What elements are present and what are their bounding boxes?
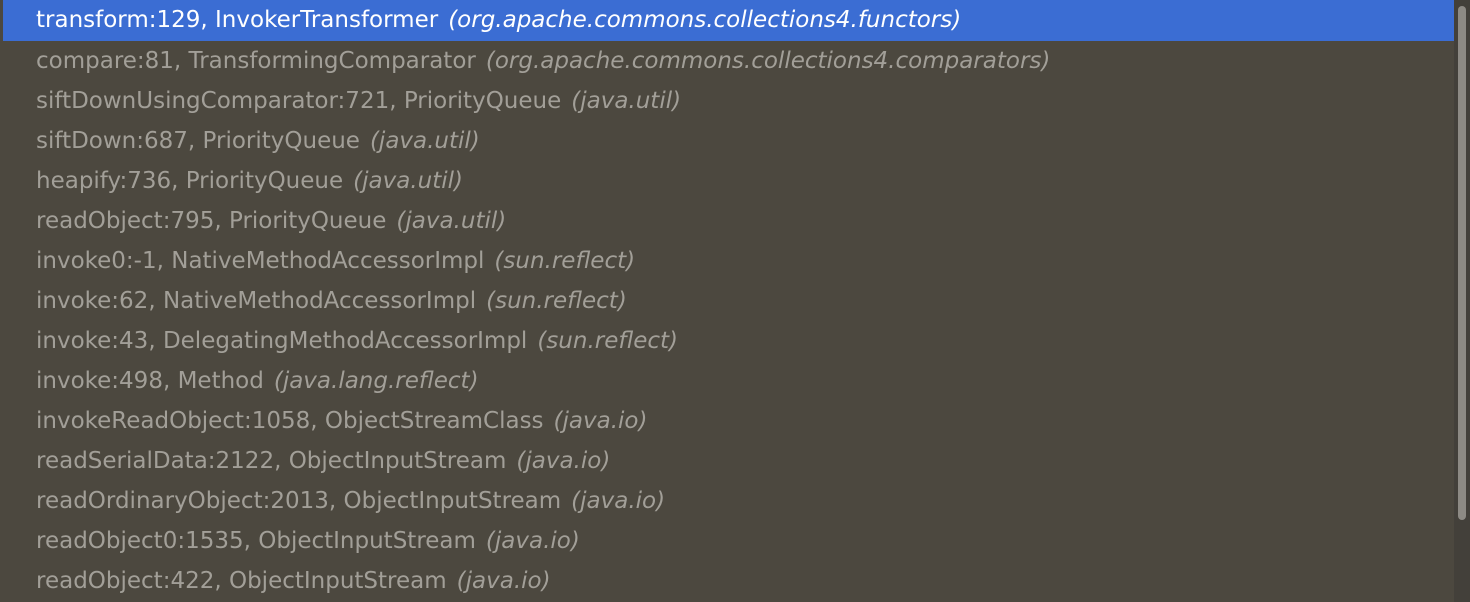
frame-package: (java.util): [396, 208, 507, 234]
stack-frame-row[interactable]: invokeReadObject:1058, ObjectStreamClass…: [0, 401, 1454, 441]
stack-frame-list: transform:129, InvokerTransformer (org.ap…: [0, 0, 1454, 602]
frame-method: compare:81, TransformingComparator: [36, 48, 476, 74]
stack-frame-row[interactable]: readObject:422, ObjectInputStream (java.i…: [0, 561, 1454, 601]
stack-frame-row[interactable]: invoke0:-1, NativeMethodAccessorImpl (sun…: [0, 241, 1454, 281]
frame-package: (org.apache.commons.collections4.functor…: [448, 7, 962, 33]
stack-frame-row[interactable]: readObject0:1535, ObjectInputStream (java…: [0, 521, 1454, 561]
frame-method: readSerialData:2122, ObjectInputStream: [36, 448, 507, 474]
frame-package: (java.util): [369, 128, 480, 154]
stack-frame-row[interactable]: invoke:43, DelegatingMethodAccessorImpl (…: [0, 321, 1454, 361]
frame-package: (java.io): [553, 408, 648, 434]
frame-method: readOrdinaryObject:2013, ObjectInputStre…: [36, 488, 562, 514]
frame-package: (java.io): [571, 488, 666, 514]
frame-method: readObject:422, ObjectInputStream: [36, 568, 447, 594]
frame-package: (java.lang.reflect): [273, 368, 479, 394]
stack-frame-row[interactable]: readObject:795, PriorityQueue (java.util): [0, 201, 1454, 241]
frame-method: invoke:62, NativeMethodAccessorImpl: [36, 288, 477, 314]
frame-package: (sun.reflect): [537, 328, 679, 354]
frame-package: (java.util): [571, 88, 682, 114]
frame-method: readObject:795, PriorityQueue: [36, 208, 387, 234]
stack-frames-panel: transform:129, InvokerTransformer (org.ap…: [0, 0, 1470, 602]
frame-package: (java.io): [485, 528, 580, 554]
scrollbar-thumb[interactable]: [1458, 6, 1466, 520]
stack-frame-row[interactable]: readSerialData:2122, ObjectInputStream (j…: [0, 441, 1454, 481]
frame-method: siftDownUsingComparator:721, PriorityQue…: [36, 88, 562, 114]
frame-method: heapify:736, PriorityQueue: [36, 168, 344, 194]
frame-method: invokeReadObject:1058, ObjectStreamClass: [36, 408, 544, 434]
frame-method: transform:129, InvokerTransformer: [36, 7, 439, 33]
stack-frame-row[interactable]: invoke:62, NativeMethodAccessorImpl (sun.…: [0, 281, 1454, 321]
frame-package: (java.util): [353, 168, 463, 194]
stack-frame-row[interactable]: siftDownUsingComparator:721, PriorityQue…: [0, 81, 1454, 121]
frame-package: (java.io): [516, 448, 611, 474]
stack-frame-row[interactable]: heapify:736, PriorityQueue (java.util): [0, 161, 1454, 201]
frame-method: siftDown:687, PriorityQueue: [36, 128, 360, 154]
stack-frame-row[interactable]: transform:129, InvokerTransformer (org.ap…: [3, 0, 1454, 41]
frame-package: (sun.reflect): [494, 248, 636, 274]
stack-frame-row[interactable]: siftDown:687, PriorityQueue (java.util): [0, 121, 1454, 161]
vertical-scrollbar[interactable]: [1454, 0, 1470, 602]
stack-frame-row[interactable]: readOrdinaryObject:2013, ObjectInputStre…: [0, 481, 1454, 521]
frame-package: (sun.reflect): [486, 288, 627, 314]
frame-package: (java.io): [456, 568, 551, 594]
frame-method: invoke:498, Method: [36, 368, 264, 394]
frame-method: readObject0:1535, ObjectInputStream: [36, 528, 476, 554]
frame-package: (org.apache.commons.collections4.compara…: [485, 48, 1051, 74]
stack-frame-row[interactable]: invoke:498, Method (java.lang.reflect): [0, 361, 1454, 401]
frame-method: invoke:43, DelegatingMethodAccessorImpl: [36, 328, 528, 354]
frame-method: invoke0:-1, NativeMethodAccessorImpl: [36, 248, 485, 274]
stack-frame-row[interactable]: compare:81, TransformingComparator (org.a…: [0, 41, 1454, 81]
